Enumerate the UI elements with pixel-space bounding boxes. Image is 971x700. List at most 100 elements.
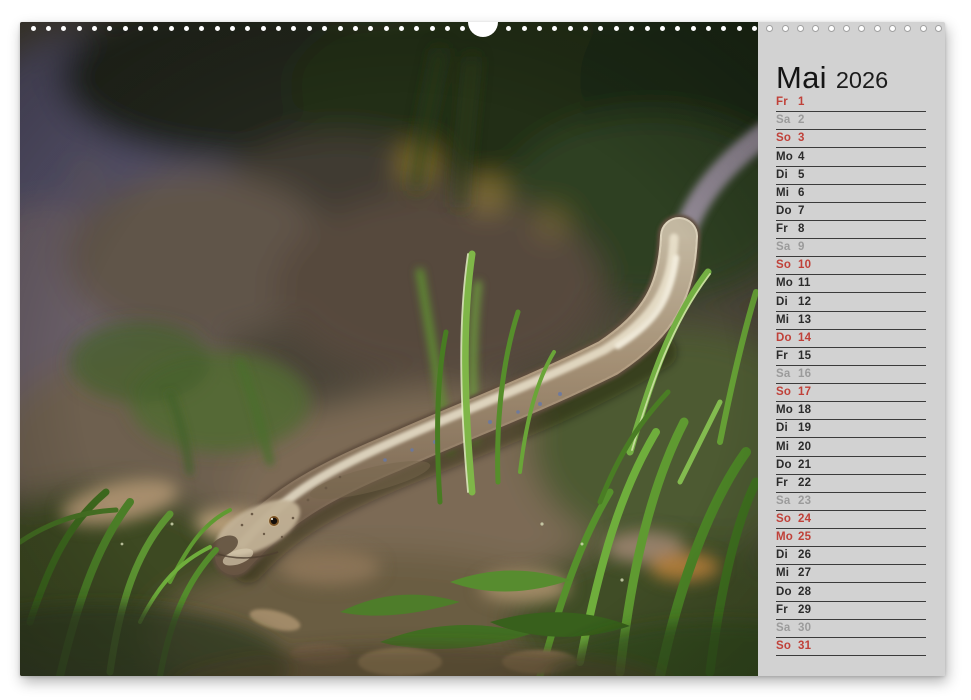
weekday-abbr: So: [776, 641, 798, 653]
day-number: 3: [798, 133, 824, 145]
day-row: Mo 25: [776, 529, 926, 547]
day-number: 5: [798, 170, 824, 182]
day-row: Sa 30: [776, 620, 926, 638]
day-number: 28: [798, 587, 824, 599]
day-number: 2: [798, 115, 824, 127]
slow-worm-photo: [20, 22, 758, 676]
weekday-abbr: Mi: [776, 442, 798, 454]
day-row: Di 19: [776, 420, 926, 438]
weekday-abbr: Sa: [776, 115, 798, 127]
weekday-abbr: Di: [776, 423, 798, 435]
month-name: Mai: [776, 62, 827, 93]
day-number: 17: [798, 387, 824, 399]
day-row: So 31: [776, 638, 926, 656]
day-number: 9: [798, 242, 824, 254]
day-row: Do 7: [776, 203, 926, 221]
day-row: Mi 27: [776, 565, 926, 583]
day-number: 4: [798, 152, 824, 164]
day-row: So 24: [776, 511, 926, 529]
day-number: 25: [798, 532, 824, 544]
weekday-abbr: So: [776, 133, 798, 145]
day-list: Fr 1 Sa 2 So 3 Mo 4 Di 5 Mi 6 Do 7 Fr 8 …: [776, 94, 926, 656]
weekday-abbr: Do: [776, 333, 798, 345]
weekday-abbr: Mo: [776, 405, 798, 417]
day-number: 29: [798, 605, 824, 617]
day-row: So 10: [776, 257, 926, 275]
day-number: 15: [798, 351, 824, 363]
weekday-abbr: Mi: [776, 315, 798, 327]
weekday-abbr: Do: [776, 587, 798, 599]
day-number: 14: [798, 333, 824, 345]
weekday-abbr: Sa: [776, 242, 798, 254]
weekday-abbr: Di: [776, 550, 798, 562]
weekday-abbr: So: [776, 514, 798, 526]
weekday-abbr: Mo: [776, 278, 798, 290]
calendar-sheet: Mai 2026 Fr 1 Sa 2 So 3 Mo 4 Di 5 Mi 6 D…: [20, 22, 945, 676]
weekday-abbr: Fr: [776, 97, 798, 109]
day-number: 27: [798, 568, 824, 580]
day-number: 19: [798, 423, 824, 435]
day-number: 26: [798, 550, 824, 562]
date-panel: Mai 2026 Fr 1 Sa 2 So 3 Mo 4 Di 5 Mi 6 D…: [758, 22, 945, 676]
day-number: 13: [798, 315, 824, 327]
day-number: 31: [798, 641, 824, 653]
weekday-abbr: Mi: [776, 568, 798, 580]
day-row: Di 12: [776, 293, 926, 311]
day-number: 20: [798, 442, 824, 454]
day-number: 8: [798, 224, 824, 236]
month-header: Mai 2026: [776, 62, 888, 93]
weekday-abbr: Fr: [776, 605, 798, 617]
weekday-abbr: Mo: [776, 532, 798, 544]
day-number: 30: [798, 623, 824, 635]
day-row: Fr 29: [776, 602, 926, 620]
weekday-abbr: Mo: [776, 152, 798, 164]
day-row: Fr 1: [776, 94, 926, 112]
day-number: 7: [798, 206, 824, 218]
day-row: Mi 20: [776, 438, 926, 456]
day-row: Fr 22: [776, 475, 926, 493]
weekday-abbr: So: [776, 260, 798, 272]
day-number: 6: [798, 188, 824, 200]
day-row: Mo 11: [776, 275, 926, 293]
day-row: Mo 4: [776, 148, 926, 166]
day-row: Di 26: [776, 547, 926, 565]
weekday-abbr: Fr: [776, 478, 798, 490]
day-number: 1: [798, 97, 824, 109]
year-label: 2026: [836, 69, 888, 93]
day-row: Do 28: [776, 583, 926, 601]
day-row: So 3: [776, 130, 926, 148]
weekday-abbr: Do: [776, 460, 798, 472]
day-row: Mo 18: [776, 402, 926, 420]
weekday-abbr: Sa: [776, 496, 798, 508]
weekday-abbr: Di: [776, 297, 798, 309]
slow-worm-illustration: [20, 22, 758, 676]
day-number: 16: [798, 369, 824, 381]
day-number: 22: [798, 478, 824, 490]
day-row: So 17: [776, 384, 926, 402]
day-number: 18: [798, 405, 824, 417]
weekday-abbr: Fr: [776, 351, 798, 363]
day-number: 12: [798, 297, 824, 309]
day-row: Sa 23: [776, 493, 926, 511]
day-row: Mi 6: [776, 185, 926, 203]
weekday-abbr: So: [776, 387, 798, 399]
weekday-abbr: Sa: [776, 369, 798, 381]
day-number: 24: [798, 514, 824, 526]
day-row: Sa 9: [776, 239, 926, 257]
weekday-abbr: Di: [776, 170, 798, 182]
day-row: Do 14: [776, 330, 926, 348]
weekday-abbr: Fr: [776, 224, 798, 236]
day-number: 10: [798, 260, 824, 272]
day-number: 21: [798, 460, 824, 472]
day-number: 23: [798, 496, 824, 508]
day-row: Fr 8: [776, 221, 926, 239]
day-row: Do 21: [776, 457, 926, 475]
day-number: 11: [798, 278, 824, 290]
weekday-abbr: Do: [776, 206, 798, 218]
weekday-abbr: Sa: [776, 623, 798, 635]
day-row: Di 5: [776, 167, 926, 185]
day-row: Mi 13: [776, 312, 926, 330]
day-row: Sa 2: [776, 112, 926, 130]
day-row: Sa 16: [776, 366, 926, 384]
weekday-abbr: Mi: [776, 188, 798, 200]
